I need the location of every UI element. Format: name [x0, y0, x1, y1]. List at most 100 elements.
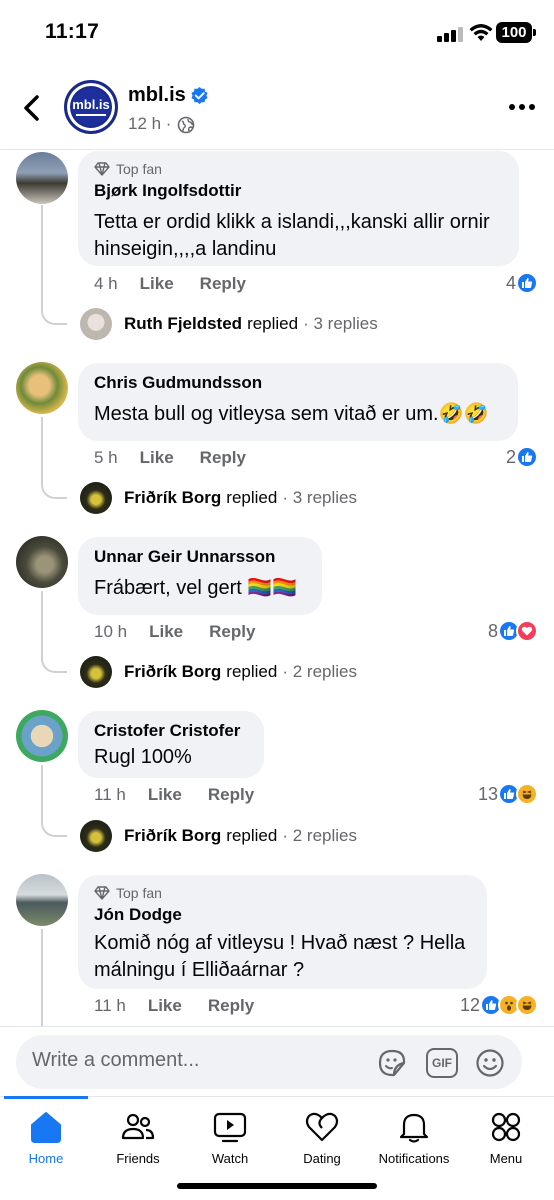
tab-label: Friends: [116, 1151, 160, 1166]
comment-bubble: Cristofer Cristofer Rugl 100%: [78, 711, 264, 778]
watch-icon: [213, 1112, 247, 1143]
comment-author[interactable]: Bjørk Ingolfsdottir: [94, 181, 503, 201]
status-time: 11:17: [45, 20, 100, 43]
home-icon: [31, 1112, 61, 1143]
comment-composer: GIF: [0, 1026, 554, 1096]
gif-icon[interactable]: GIF: [426, 1048, 458, 1078]
comment-time: 5 h: [94, 448, 118, 467]
top-fan-badge: Top fan: [94, 161, 503, 177]
comment-actions: 4 h Like Reply: [94, 274, 272, 294]
like-button[interactable]: Like: [148, 785, 182, 805]
verified-badge-icon: [191, 86, 208, 105]
replier-name: Ruth Fjeldsted: [124, 314, 243, 333]
haha-reaction-icon: [516, 783, 538, 805]
reply-count: · 2 replies: [282, 826, 357, 845]
tab-menu[interactable]: Menu: [460, 1111, 552, 1166]
comment-text: Komið nóg af vitleysu ! Hvað næst ? Hell…: [94, 932, 466, 981]
tab-label: Home: [28, 1151, 64, 1166]
tab-home[interactable]: Home: [0, 1111, 92, 1166]
like-button[interactable]: Like: [148, 996, 182, 1016]
comment-time: 11 h: [94, 996, 126, 1015]
reply-count: · 2 replies: [282, 662, 357, 681]
reaction-summary[interactable]: 13: [478, 783, 538, 805]
like-button[interactable]: Like: [140, 448, 174, 468]
comment-author[interactable]: Cristofer Cristofer: [94, 721, 248, 741]
replied-label: replied: [226, 488, 278, 507]
reaction-summary[interactable]: 2: [506, 446, 538, 468]
comment-actions: 10 h Like Reply: [94, 622, 281, 642]
thread-line: [41, 417, 67, 499]
reaction-summary[interactable]: 12: [460, 994, 538, 1016]
reaction-summary[interactable]: 8: [488, 620, 538, 642]
reply-button[interactable]: Reply: [208, 996, 254, 1016]
reaction-count: 12: [459, 994, 480, 1015]
top-fan-badge: Top fan: [94, 885, 471, 901]
commenter-avatar[interactable]: [16, 710, 68, 762]
home-indicator: [177, 1183, 377, 1189]
globe-icon: [177, 116, 195, 134]
status-bar: 11:17 100: [0, 0, 554, 66]
replied-label: replied: [247, 314, 299, 333]
tab-dating[interactable]: Dating: [276, 1111, 368, 1166]
like-button[interactable]: Like: [149, 622, 183, 642]
reply-preview[interactable]: Friðrík Borg replied · 3 replies: [80, 482, 357, 514]
commenter-avatar[interactable]: [16, 874, 68, 926]
comment-text: Mesta bull og vitleysa sem vitað er um.🤣…: [94, 403, 489, 425]
comments-list: Top fan Bjørk Ingolfsdottir Tetta er ord…: [0, 151, 554, 1026]
reaction-count: 2: [505, 446, 516, 467]
replied-label: replied: [226, 662, 278, 681]
comment-time: 4 h: [94, 274, 118, 293]
reply-count: · 3 replies: [282, 488, 357, 507]
like-button[interactable]: Like: [140, 274, 174, 294]
replier-name: Friðrík Borg: [124, 826, 222, 845]
replier-name: Friðrík Borg: [124, 488, 222, 507]
comment-bubble: Unnar Geir Unnarsson Frábært, vel gert 🏳…: [78, 537, 322, 615]
reply-button[interactable]: Reply: [200, 448, 246, 468]
diamond-icon: [94, 886, 110, 900]
reply-button[interactable]: Reply: [209, 622, 255, 642]
reply-preview[interactable]: Ruth Fjeldsted replied · 3 replies: [80, 308, 378, 340]
page-avatar[interactable]: mbl.is: [64, 80, 118, 134]
reply-count: · 3 replies: [303, 314, 378, 333]
reply-preview[interactable]: Friðrík Borg replied · 2 replies: [80, 656, 357, 688]
comment-input[interactable]: [32, 1049, 372, 1072]
commenter-avatar[interactable]: [16, 152, 68, 204]
page-name[interactable]: mbl.is: [128, 84, 186, 107]
tab-label: Notifications: [378, 1151, 450, 1166]
comment-author[interactable]: Unnar Geir Unnarsson: [94, 547, 306, 567]
tab-label: Menu: [489, 1151, 523, 1166]
more-options-icon[interactable]: [509, 102, 535, 112]
comment-author[interactable]: Chris Gudmundsson: [94, 373, 502, 393]
thread-line: [41, 591, 67, 673]
sticker-icon[interactable]: [376, 1047, 408, 1079]
comment-author[interactable]: Jón Dodge: [94, 905, 471, 925]
commenter-avatar[interactable]: [16, 536, 68, 588]
reply-button[interactable]: Reply: [208, 785, 254, 805]
comment-time: 10 h: [94, 622, 128, 641]
comment-bubble: Chris Gudmundsson Mesta bull og vitleysa…: [78, 363, 518, 441]
reaction-count: 4: [505, 272, 516, 293]
replier-avatar: [80, 656, 112, 688]
comment-actions: 11 h Like Reply: [94, 785, 280, 805]
comment-text: Rugl 100%: [94, 746, 192, 768]
wifi-icon: [469, 24, 493, 41]
replier-avatar: [80, 820, 112, 852]
reply-preview[interactable]: Friðrík Borg replied · 2 replies: [80, 820, 357, 852]
comment-actions: 5 h Like Reply: [94, 448, 272, 468]
back-arrow-icon[interactable]: [20, 94, 44, 122]
bell-icon: [399, 1113, 429, 1143]
active-tab-indicator: [4, 1096, 88, 1099]
tab-notifications[interactable]: Notifications: [368, 1111, 460, 1166]
dating-icon: [305, 1112, 339, 1142]
tab-friends[interactable]: Friends: [92, 1111, 184, 1166]
reaction-summary[interactable]: 4: [506, 272, 538, 294]
reply-button[interactable]: Reply: [200, 274, 246, 294]
tab-label: Dating: [303, 1151, 341, 1166]
composer-field[interactable]: GIF: [16, 1035, 522, 1089]
commenter-avatar[interactable]: [16, 362, 68, 414]
tab-watch[interactable]: Watch: [184, 1111, 276, 1166]
replier-avatar: [80, 308, 112, 340]
signal-icon: [437, 26, 463, 42]
comment-bubble: Top fan Jón Dodge Komið nóg af vitleysu …: [78, 875, 487, 989]
emoji-icon[interactable]: [474, 1047, 506, 1079]
